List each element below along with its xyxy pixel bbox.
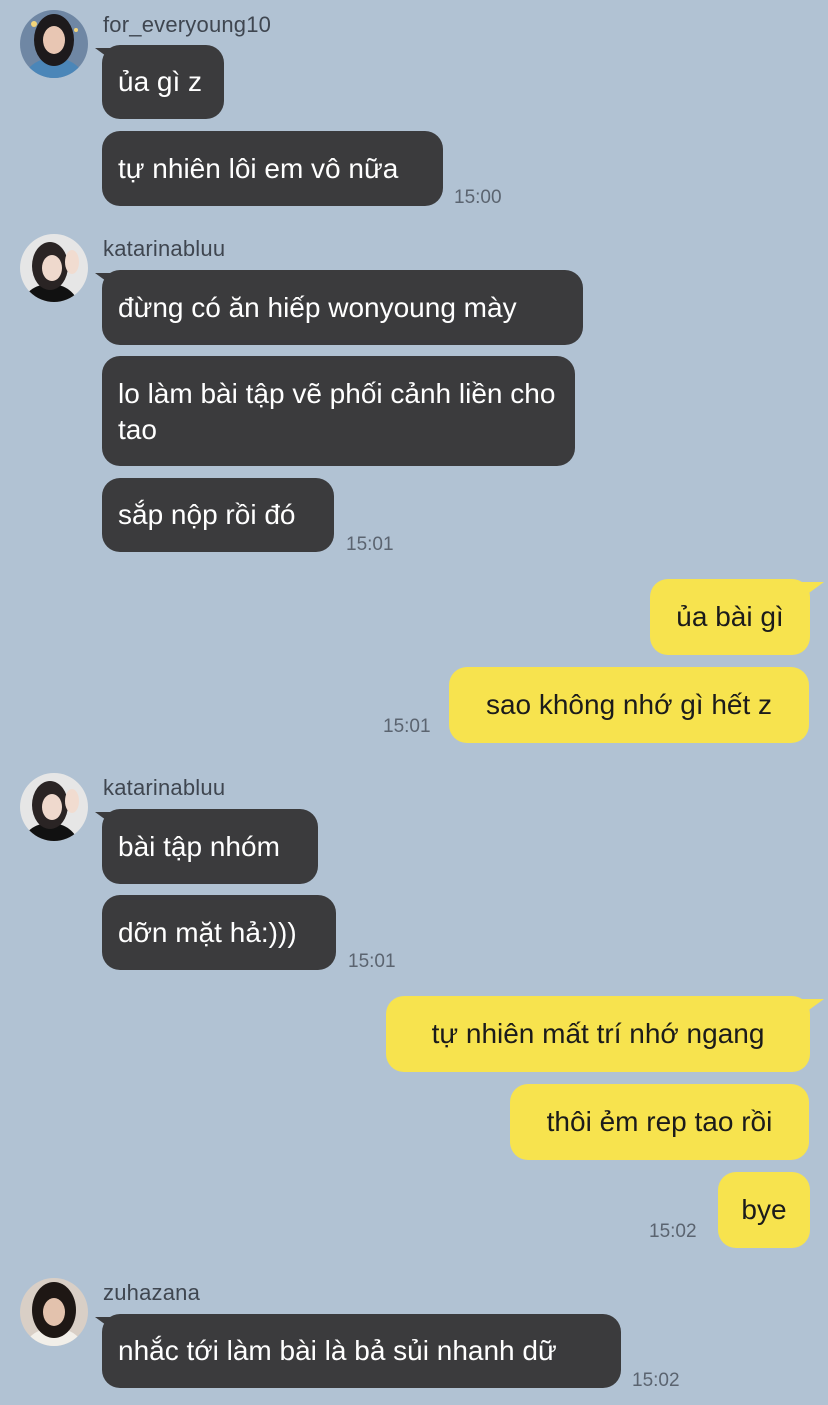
message-bubble[interactable]: dỡn mặt hả:))) (102, 895, 336, 970)
avatar-photo-icon (20, 1278, 88, 1346)
sender-name: katarinabluu (103, 775, 226, 800)
message-bubble[interactable]: tự nhiên lôi em vô nữa (102, 131, 443, 206)
avatar-katarinabluu[interactable] (20, 234, 88, 302)
message-timestamp: 15:00 (454, 187, 502, 208)
avatar-photo-icon (20, 234, 88, 302)
avatar-for-everyoung10[interactable] (20, 10, 88, 78)
message-bubble[interactable]: sao không nhớ gì hết z (449, 667, 809, 743)
message-bubble[interactable]: thôi ẻm rep tao rồi (510, 1084, 809, 1160)
message-bubble[interactable]: nhắc tới làm bài là bả sủi nhanh dữ (102, 1314, 621, 1388)
message-bubble[interactable]: bye (718, 1172, 810, 1248)
sender-name: katarinabluu (103, 236, 226, 261)
message-timestamp: 15:02 (632, 1370, 680, 1391)
message-bubble[interactable]: bài tập nhóm (102, 809, 318, 884)
avatar-photo-icon (20, 773, 88, 841)
message-bubble[interactable]: tự nhiên mất trí nhớ ngang (386, 996, 810, 1072)
avatar-zuhazana[interactable] (20, 1278, 88, 1346)
avatar-katarinabluu[interactable] (20, 773, 88, 841)
message-bubble[interactable]: ủa gì z (102, 45, 224, 119)
message-timestamp: 15:01 (346, 534, 394, 555)
avatar-photo-icon (20, 10, 88, 78)
sender-name: zuhazana (103, 1280, 201, 1305)
message-bubble[interactable]: ủa bài gì (650, 579, 810, 655)
message-timestamp: 15:02 (649, 1221, 697, 1242)
message-bubble[interactable]: sắp nộp rồi đó (102, 478, 334, 552)
message-timestamp: 15:01 (348, 951, 396, 972)
message-bubble[interactable]: đừng có ăn hiếp wonyoung mày (102, 270, 583, 345)
sender-name: for_everyoung10 (103, 12, 272, 37)
message-bubble[interactable]: lo làm bài tập vẽ phối cảnh liền cho tao (102, 356, 575, 466)
message-timestamp: 15:01 (383, 716, 431, 737)
